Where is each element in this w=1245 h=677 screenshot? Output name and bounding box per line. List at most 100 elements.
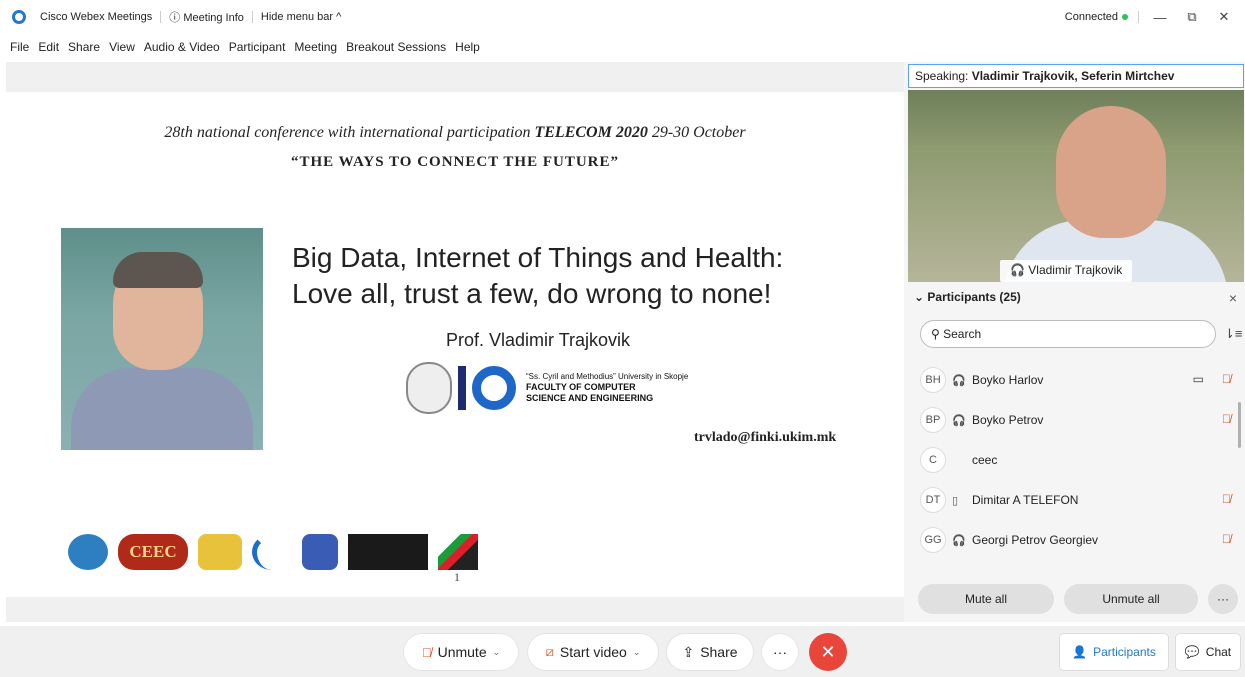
chat-label: Chat <box>1205 645 1232 659</box>
chevron-down-icon[interactable]: ⌄ <box>633 647 641 658</box>
faculty-line2: SCIENCE AND ENGINEERING <box>526 393 654 403</box>
menu-help[interactable]: Help <box>455 40 480 54</box>
more-options-button[interactable]: ··· <box>762 634 798 670</box>
menu-participant[interactable]: Participant <box>229 40 286 54</box>
conference-line: 28th national conference with internatio… <box>6 124 904 142</box>
sponsor-logo-arc-icon <box>252 534 292 570</box>
mic-muted-icon: 🎙̸ <box>1222 412 1231 426</box>
participant-status: ▭ 🎙̸ <box>1193 372 1231 386</box>
video-name-tag: 🎧 Vladimir Trajkovik <box>1000 260 1133 282</box>
active-speaker-bar: Speaking: Vladimir Trajkovik, Seferin Mi… <box>908 64 1244 88</box>
share-label: Share <box>700 644 738 660</box>
slide-title: Big Data, Internet of Things and Health:… <box>292 240 872 312</box>
active-speaker-video[interactable]: 🎧 Vladimir Trajkovik <box>908 90 1244 282</box>
participant-row[interactable]: BP 🎧 Boyko Petrov 🎙̸ <box>904 400 1245 440</box>
menu-file[interactable]: File <box>10 40 29 54</box>
menu-edit[interactable]: Edit <box>38 40 59 54</box>
participants-panel-header[interactable]: ⌄ Participants (25) <box>914 290 1021 304</box>
avatar: BH <box>920 367 946 393</box>
mute-all-button[interactable]: Mute all <box>918 584 1054 614</box>
photo-hair <box>113 252 203 288</box>
menu-audio-video[interactable]: Audio & Video <box>144 40 220 54</box>
participant-actions: Mute all Unmute all ··· <box>918 584 1238 614</box>
participant-status: 🎙̸ <box>1222 492 1231 506</box>
university-text: “Ss. Cyril and Methodius” University in … <box>526 372 688 404</box>
slide-page-number: 1 <box>454 570 460 584</box>
restore-button[interactable]: ⧉ <box>1181 9 1203 25</box>
participant-row[interactable]: C ceec <box>904 440 1245 480</box>
participant-row[interactable]: GG 🎧 Georgi Petrov Georgiev 🎙̸ <box>904 520 1245 560</box>
video-off-icon: ⧄ <box>545 644 554 659</box>
participant-name: Dimitar A TELEFON <box>972 493 1079 507</box>
participants-title: Participants (25) <box>927 290 1021 304</box>
conference-dates: 29-30 October <box>647 124 746 141</box>
webex-logo-icon <box>12 10 26 24</box>
start-video-button[interactable]: ⧄ Start video ⌄ <box>528 634 658 670</box>
participant-name: Georgi Petrov Georgiev <box>972 533 1099 547</box>
search-placeholder: Search <box>943 327 982 341</box>
headset-icon: 🎧 <box>952 374 966 387</box>
finki-logo-bar <box>458 366 466 410</box>
participant-row[interactable]: DT ▯ Dimitar A TELEFON 🎙̸ <box>904 480 1245 520</box>
participant-more-button[interactable]: ··· <box>1208 584 1238 614</box>
chat-toggle-button[interactable]: 💬 Chat <box>1176 634 1240 670</box>
menu-breakout-sessions[interactable]: Breakout Sessions <box>346 40 446 54</box>
mic-muted-icon: 🎙̸ <box>1222 372 1231 386</box>
app-title: Cisco Webex Meetings <box>40 11 153 23</box>
start-video-label: Start video <box>559 644 627 660</box>
finki-logo-ring <box>472 366 516 410</box>
video-name: Vladimir Trajkovik <box>1028 263 1123 277</box>
menu-meeting[interactable]: Meeting <box>294 40 337 54</box>
unmute-all-button[interactable]: Unmute all <box>1064 584 1198 614</box>
menu-bar: File Edit Share View Audio & Video Parti… <box>0 36 1245 58</box>
share-button[interactable]: ⇪ Share <box>667 634 753 670</box>
unmute-button[interactable]: 🎙̸ Unmute ⌄ <box>404 634 518 670</box>
conference-text: 28th national conference with internatio… <box>164 124 535 141</box>
close-participants-icon[interactable]: × <box>1229 290 1237 306</box>
university-name: “Ss. Cyril and Methodius” University in … <box>526 372 689 381</box>
phone-icon: ▯ <box>952 494 959 507</box>
participant-name: ceec <box>972 453 998 467</box>
avatar: DT <box>920 487 946 513</box>
headset-icon: 🎧 <box>952 414 966 427</box>
ceec-logo: CEEC <box>118 534 188 570</box>
close-window-button[interactable]: ✕ <box>1213 9 1235 25</box>
hide-menu-bar-button[interactable]: Hide menu bar ^ <box>253 11 349 23</box>
presenter-email: trvlado@finki.ukim.mk <box>694 430 837 445</box>
participant-name: Boyko Harlov <box>972 373 1044 387</box>
menu-view[interactable]: View <box>109 40 135 54</box>
mic-muted-icon: 🎙̸ <box>1222 492 1231 506</box>
meeting-controls-bar: 🎙̸ Unmute ⌄ ⧄ Start video ⌄ ⇪ Share ··· ✕ 👤 Pa… <box>0 626 1245 677</box>
panel-toggles: 👤 Participants 💬 Chat <box>1060 634 1240 670</box>
sponsor-logo-hexagon-icon <box>302 534 338 570</box>
coat-of-arms-icon <box>198 534 242 570</box>
unmute-label: Unmute <box>437 644 487 660</box>
sort-icon[interactable]: ⇂≡ <box>1224 326 1242 342</box>
menu-share[interactable]: Share <box>68 40 100 54</box>
mic-muted-icon: 🎙̸ <box>421 644 432 660</box>
video-head <box>1056 106 1166 238</box>
end-meeting-button[interactable]: ✕ <box>809 633 847 671</box>
avatar: BP <box>920 407 946 433</box>
participants-toggle-button[interactable]: 👤 Participants <box>1060 634 1168 670</box>
speaking-label: Speaking: <box>915 69 972 83</box>
sponsor-logo-union-icon <box>348 534 428 570</box>
university-logo: “Ss. Cyril and Methodius” University in … <box>406 362 688 414</box>
participant-status: 🎙̸ <box>1222 412 1231 426</box>
presenter-name: Prof. Vladimir Trajkovik <box>446 330 631 350</box>
divider <box>1138 11 1139 23</box>
sponsor-logos: CEEC <box>68 534 478 570</box>
minimize-button[interactable]: — <box>1149 10 1171 25</box>
slide-title-line2: Love all, trust a few, do wrong to none! <box>292 278 772 309</box>
connection-status-label: Connected <box>1064 11 1118 23</box>
chevron-down-icon[interactable]: ⌄ <box>493 647 501 658</box>
faculty-line1: FACULTY OF COMPUTER <box>526 382 636 392</box>
headset-icon: 🎧 <box>952 534 966 547</box>
speaking-names: Vladimir Trajkovik, Seferin Mirtchev <box>971 69 1175 83</box>
participant-name: Boyko Petrov <box>972 413 1044 427</box>
participant-row[interactable]: BH 🎧 Boyko Harlov ▭ 🎙̸ <box>904 360 1245 400</box>
presenter-photo <box>61 228 263 450</box>
meeting-info-button[interactable]: ⓘ Meeting Info <box>161 9 252 25</box>
participant-status: 🎙̸ <box>1222 532 1231 546</box>
participant-search-input[interactable]: ⚲ Search <box>920 320 1216 348</box>
